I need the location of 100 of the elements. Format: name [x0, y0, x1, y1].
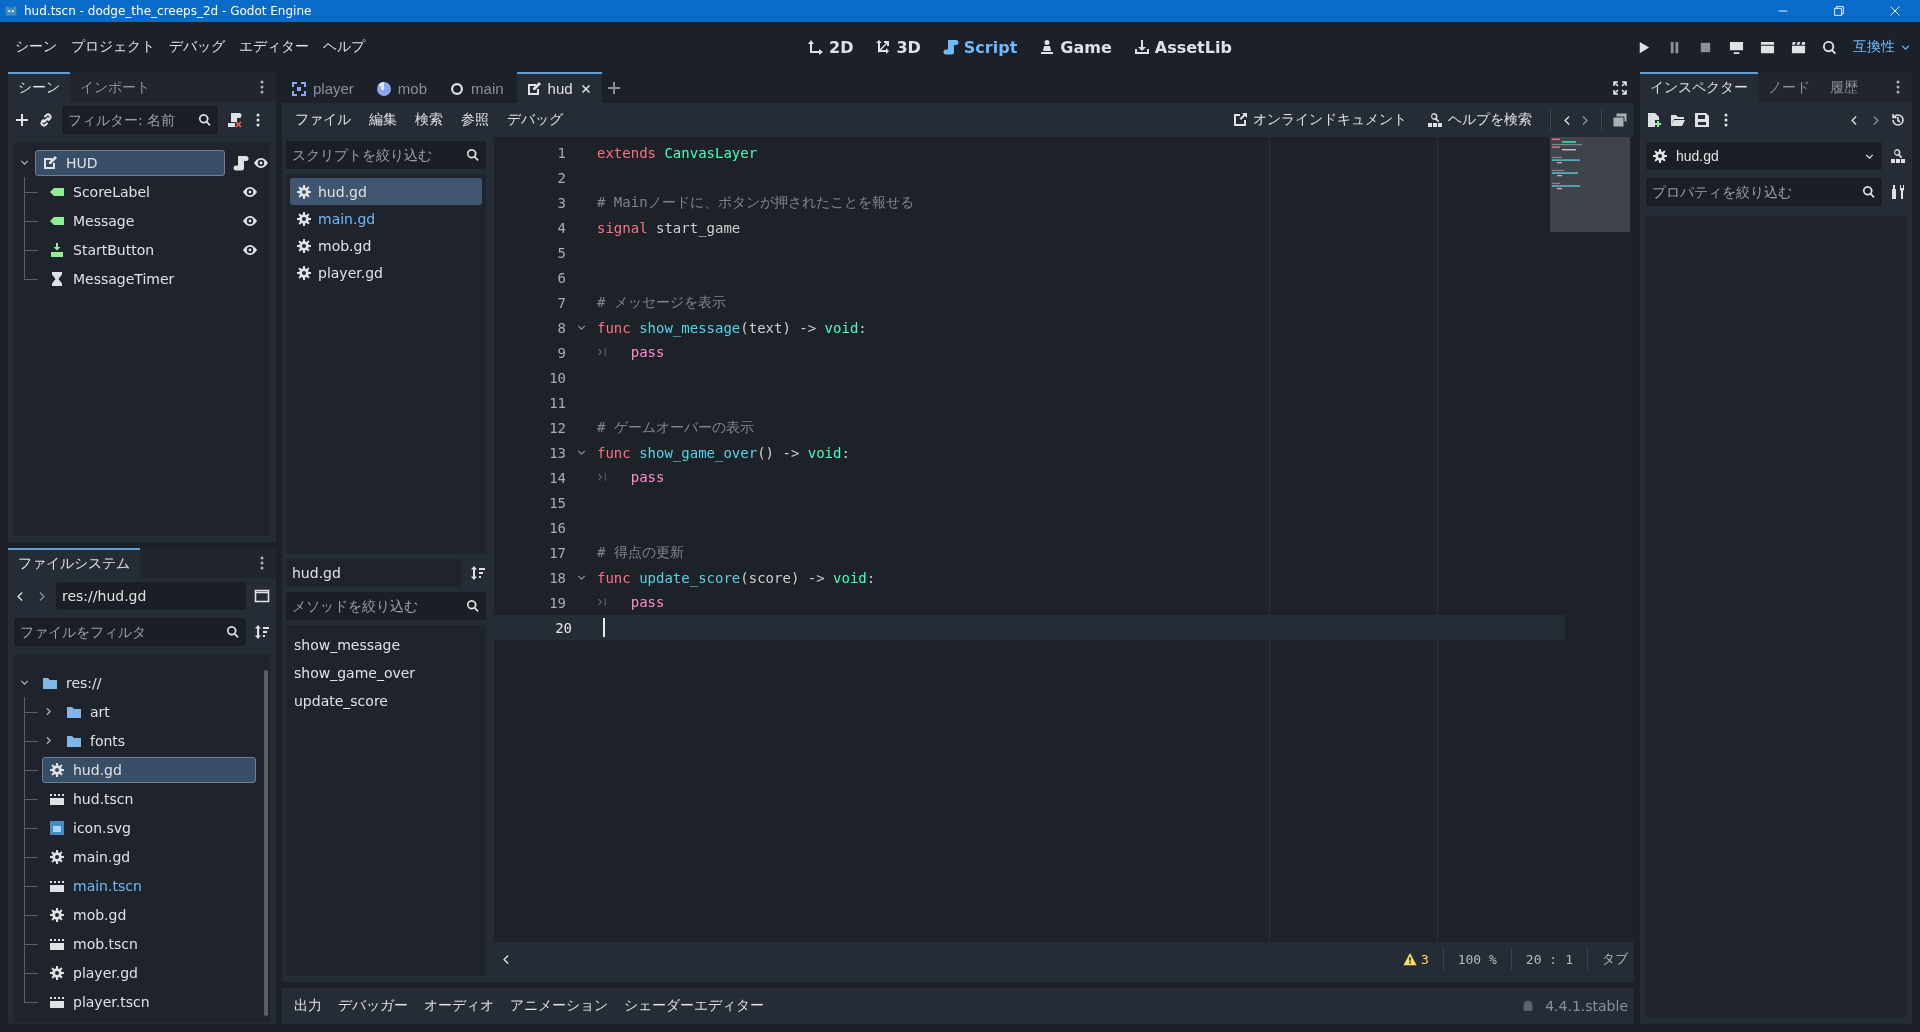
file-item[interactable]: mob.gd: [42, 901, 134, 928]
save-icon[interactable]: [1694, 112, 1710, 128]
new-file-icon[interactable]: [1646, 112, 1662, 128]
zoom-level[interactable]: 100 %: [1457, 951, 1497, 967]
file-item[interactable]: main.gd: [42, 843, 138, 870]
path-field[interactable]: res://hud.gd: [56, 582, 246, 610]
link-icon[interactable]: [38, 112, 54, 128]
dock-tab[interactable]: ファイルシステム: [8, 548, 140, 578]
workspace-tab[interactable]: 3D: [867, 33, 929, 61]
scene-node[interactable]: ScoreLabel: [42, 178, 157, 205]
clapper-icon[interactable]: [1791, 39, 1806, 55]
file-item[interactable]: fonts: [59, 727, 133, 754]
script-item[interactable]: hud.gd: [290, 178, 482, 205]
scene-node[interactable]: HUD: [35, 149, 225, 176]
add-icon[interactable]: [605, 79, 622, 96]
bottom-panel-tab[interactable]: 出力: [288, 993, 328, 1019]
bottom-panel-tab[interactable]: シェーダーエディター: [618, 993, 770, 1019]
scene-tab[interactable]: player: [282, 72, 363, 103]
workspace-tab[interactable]: Game: [1031, 33, 1120, 61]
search-icon: [198, 113, 212, 127]
history-icon[interactable]: [1890, 112, 1906, 128]
script-icon[interactable]: [233, 154, 249, 171]
scene-node[interactable]: MessageTimer: [42, 265, 182, 292]
restore-icon[interactable]: [1832, 4, 1846, 18]
script-item[interactable]: main.gd: [290, 205, 482, 232]
renderer-dropdown[interactable]: 互換性: [1853, 38, 1912, 56]
file-item[interactable]: art: [59, 698, 117, 725]
menu-item[interactable]: ヘルプ: [316, 34, 372, 60]
hourglass-icon: [49, 270, 65, 287]
external-link-icon: [1232, 112, 1248, 128]
add-icon[interactable]: [14, 112, 30, 128]
scrollbar[interactable]: [264, 670, 268, 1016]
dock-tab[interactable]: インスペクター: [1640, 72, 1758, 102]
panels-icon[interactable]: [1612, 112, 1628, 128]
script-item[interactable]: player.gd: [290, 259, 482, 286]
code-line: extends CanvasLayer: [597, 144, 758, 161]
file-item[interactable]: hud.gd: [42, 756, 256, 783]
workspace-tab[interactable]: AssetLib: [1125, 33, 1240, 61]
minimap[interactable]: [1550, 137, 1630, 232]
help-search-link[interactable]: ヘルプを検索: [1419, 111, 1540, 129]
globe-icon: [375, 80, 392, 97]
file-item[interactable]: hud.tscn: [42, 785, 141, 812]
menu-item[interactable]: ファイル: [288, 107, 358, 133]
bottom-panel-tab[interactable]: アニメーション: [504, 993, 614, 1019]
dock-tab[interactable]: インポート: [70, 72, 160, 102]
scene-node[interactable]: StartButton: [42, 236, 162, 263]
dock-tab[interactable]: シーン: [8, 72, 70, 102]
menu-item[interactable]: デバッグ: [162, 34, 232, 60]
menu-item[interactable]: デバッグ: [500, 107, 570, 133]
script-item[interactable]: mob.gd: [290, 232, 482, 259]
bottom-panel-tab[interactable]: オーディオ: [418, 993, 500, 1019]
menu-item[interactable]: エディター: [232, 34, 316, 60]
workspace-tab[interactable]: Script: [934, 33, 1026, 61]
file-item[interactable]: res://: [35, 669, 109, 696]
menu-item[interactable]: 参照: [454, 107, 496, 133]
scene-tab[interactable]: mob: [366, 72, 437, 103]
warning-count[interactable]: 3: [1402, 951, 1429, 967]
menu-item[interactable]: プロジェクト: [64, 34, 162, 60]
file-item[interactable]: icon.svg: [42, 814, 138, 841]
online-docs-link[interactable]: オンラインドキュメント: [1224, 111, 1415, 129]
property-filter-field[interactable]: プロパティを絞り込む: [1646, 178, 1882, 206]
filter-field[interactable]: フィルター: 名前: [62, 106, 218, 134]
monitor-icon[interactable]: [1729, 39, 1744, 55]
search-icon: [226, 625, 240, 639]
menu-item[interactable]: 編集: [362, 107, 404, 133]
file-item[interactable]: player.gd: [42, 959, 145, 986]
scene-tab[interactable]: main: [440, 72, 513, 103]
workspace-tab[interactable]: 2D: [800, 33, 862, 61]
window-icon[interactable]: [254, 588, 270, 604]
gear-icon: [49, 906, 65, 923]
scene-node[interactable]: Message: [42, 207, 142, 234]
remove-script-icon[interactable]: [226, 112, 242, 128]
method-item[interactable]: update_score: [290, 687, 482, 715]
file-item[interactable]: main.tscn: [42, 872, 149, 899]
sort-icon[interactable]: [254, 624, 270, 640]
resource-dropdown[interactable]: hud.gd: [1646, 142, 1882, 170]
clapper-play-icon[interactable]: [1760, 39, 1775, 55]
open-folder-icon[interactable]: [1670, 112, 1686, 128]
code-line: func update_score(score) -> void:: [597, 569, 876, 586]
method-item[interactable]: show_message: [290, 631, 482, 659]
help-search-icon[interactable]: [1890, 148, 1906, 164]
sort-icon[interactable]: [470, 565, 486, 581]
dock-tab[interactable]: 履歴: [1820, 72, 1868, 102]
search-icon: [466, 599, 480, 613]
bug-search-icon[interactable]: [1822, 39, 1837, 55]
bottom-panel-tab[interactable]: デバッガー: [332, 993, 414, 1019]
menu-item[interactable]: 検索: [408, 107, 450, 133]
arrows-2d-icon: [808, 39, 824, 55]
method-item[interactable]: show_game_over: [290, 659, 482, 687]
dock-tab[interactable]: ノード: [1758, 72, 1820, 102]
script-filter-field[interactable]: スクリプトを絞り込む: [286, 141, 486, 169]
method-filter-field[interactable]: メソッドを絞り込む: [286, 592, 486, 620]
filter-field[interactable]: ファイルをフィルタ: [14, 618, 246, 646]
fullscreen-icon[interactable]: [1612, 79, 1628, 96]
scene-tab[interactable]: hud: [516, 72, 602, 103]
menu-item[interactable]: シーン: [8, 34, 64, 60]
file-item[interactable]: mob.tscn: [42, 930, 145, 957]
file-item[interactable]: player.tscn: [42, 988, 157, 1015]
tools-icon[interactable]: [1890, 184, 1906, 200]
indent-mode[interactable]: タブ: [1602, 950, 1628, 968]
